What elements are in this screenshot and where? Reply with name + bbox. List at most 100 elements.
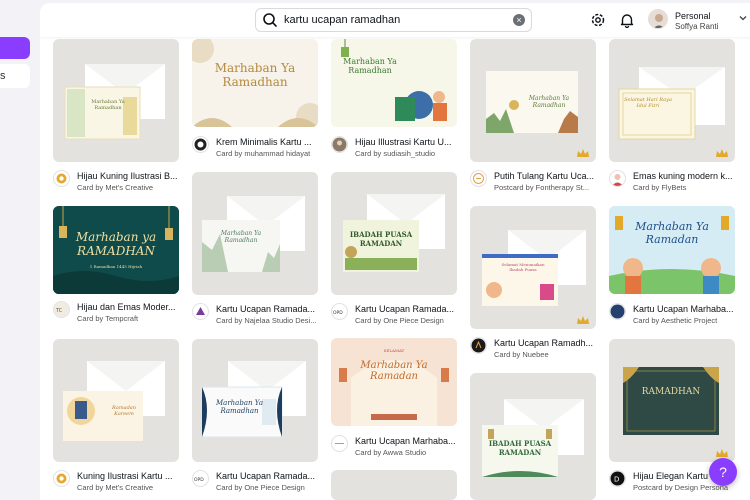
card-mockup-image xyxy=(623,367,719,435)
card-author: Card by Tempcraft xyxy=(77,314,139,323)
creator-logo xyxy=(609,303,626,320)
card-title[interactable]: Kartu Ucapan Ramada... xyxy=(216,304,320,314)
card-author: Card by Awwa Studio xyxy=(355,448,427,457)
template-card[interactable]: Marhaban Ya Ramadhan Kartu Ucapan Ramada… xyxy=(192,172,318,332)
card-title[interactable]: Hijau Illustrasi Kartu U... xyxy=(355,137,459,147)
clear-search-icon[interactable]: × xyxy=(513,14,525,26)
creator-logo xyxy=(192,303,209,320)
design-text: Marhaban Ya Ramadhan xyxy=(343,57,397,75)
help-button[interactable]: ? xyxy=(709,458,737,486)
avatar-image xyxy=(649,10,667,28)
design-subtext: SELAMAT xyxy=(383,348,405,353)
card-title[interactable]: Putih Tulang Kartu Uca... xyxy=(494,171,598,181)
template-card[interactable] xyxy=(331,470,457,500)
template-card[interactable]: IBADAH PUASA RAMADAN OPD Kartu Ucapan Ra… xyxy=(331,172,457,332)
template-card[interactable]: Selamat Hari Raya Idul Fitri Emas kuning… xyxy=(609,39,735,199)
creator-logo: OPD xyxy=(331,303,348,320)
template-thumbnail[interactable]: Selamat Hari Raya Idul Fitri xyxy=(609,39,735,162)
template-thumbnail[interactable]: Marhaban Ya Ramadhan xyxy=(192,39,318,127)
creator-logo: OPD xyxy=(192,470,209,487)
creator-logo xyxy=(331,435,348,452)
template-card[interactable]: Marhaban Ya Ramadhan Krem Minimalis Kart… xyxy=(192,39,318,164)
template-card[interactable]: Marhaban Ya Ramadan Kartu Ucapan Marhaba… xyxy=(609,206,735,331)
template-card[interactable]: Ramadan Kareem Kuning Ilustrasi Kartu ..… xyxy=(53,339,179,499)
creator-logo xyxy=(470,337,487,354)
header: × Personal Soffya Ranti xyxy=(40,3,750,37)
design-text: IBADAH PUASA RAMADAN xyxy=(349,230,413,248)
creator-logo: TC xyxy=(53,301,70,318)
template-thumbnail[interactable]: Selamat Menunaikan Ibadah Puasa xyxy=(470,206,596,329)
template-thumbnail[interactable]: Marhaban ya RAMADHAN 1 Ramadhan 1445 Hij… xyxy=(53,206,179,294)
card-author: Card by muhammad hidayat xyxy=(216,149,311,158)
template-thumbnail[interactable]: IBADAH PUASA RAMADAN xyxy=(470,373,596,500)
template-thumbnail[interactable]: Marhaban Ya Ramadhan xyxy=(331,39,457,127)
card-title[interactable]: Kartu Ucapan Ramada... xyxy=(216,471,320,481)
card-author: Card by Met's Creative xyxy=(77,483,154,492)
chevron-down-icon[interactable] xyxy=(738,13,748,23)
card-author: Card by Aesthetic Project xyxy=(633,316,718,325)
svg-text:OPD: OPD xyxy=(333,310,343,316)
card-title[interactable]: Kartu Ucapan Ramadh... xyxy=(494,338,598,348)
card-author: Card by sudiasih_studio xyxy=(355,149,436,158)
search-icon xyxy=(263,13,277,27)
card-author: Postcard by Fontherapy St... xyxy=(494,183,590,192)
premium-crown-icon xyxy=(716,449,728,457)
template-thumbnail[interactable]: SELAMAT Marhaban Ya Ramadan xyxy=(331,338,457,426)
template-thumbnail[interactable]: Marhaban Ya Ramadhan xyxy=(53,39,179,162)
card-title[interactable]: Kartu Ucapan Marhaba... xyxy=(355,436,459,446)
notification-bell-icon[interactable] xyxy=(618,11,636,29)
search-bar[interactable]: × xyxy=(255,8,532,32)
svg-text:D: D xyxy=(614,476,619,484)
card-title[interactable]: Hijau dan Emas Moder... xyxy=(77,302,181,312)
card-title[interactable]: Kuning Ilustrasi Kartu ... xyxy=(77,471,181,481)
design-text: Marhaban Ya Ramadhan xyxy=(214,61,296,89)
template-card[interactable]: Marhaban ya RAMADHAN 1 Ramadhan 1445 Hij… xyxy=(53,206,179,326)
sidebar-item[interactable]: s xyxy=(0,64,30,88)
design-text: Selamat Menunaikan Ibadah Puasa xyxy=(501,262,545,272)
design-text: Marhaban Ya Ramadhan xyxy=(528,95,570,109)
design-text: Marhaban Ya Ramadan xyxy=(635,220,709,246)
template-thumbnail[interactable]: Marhaban Ya Ramadhan xyxy=(192,339,318,462)
card-title[interactable]: Kartu Ucapan Marhaba... xyxy=(633,304,737,314)
template-card[interactable]: Marhaban Ya Ramadhan OPD Kartu Ucapan Ra… xyxy=(192,339,318,499)
card-title[interactable]: Emas kuning modern k... xyxy=(633,171,737,181)
design-text: Marhaban Ya Ramadan xyxy=(360,360,428,382)
creator-logo xyxy=(53,170,70,187)
template-thumbnail[interactable]: RAMADHAN xyxy=(609,339,735,462)
card-author: Card by One Piece Design xyxy=(216,483,305,492)
creator-logo xyxy=(192,136,209,153)
template-card[interactable]: SELAMAT Marhaban Ya Ramadan Kartu Ucapan… xyxy=(331,338,457,463)
card-author: Card by One Piece Design xyxy=(355,316,444,325)
design-text: Marhaban Ya Ramadhan xyxy=(215,399,263,415)
design-text: Selamat Hari Raya Idul Fitri xyxy=(624,97,672,109)
design-text: Marhaban Ya Ramadhan xyxy=(220,230,262,244)
card-title[interactable]: Hijau Kuning Ilustrasi B... xyxy=(77,171,181,181)
card-author: Card by Met's Creative xyxy=(77,183,154,192)
card-title[interactable]: Krem Minimalis Kartu ... xyxy=(216,137,320,147)
template-thumbnail[interactable] xyxy=(331,470,457,500)
creator-logo: D xyxy=(609,470,626,487)
avatar[interactable] xyxy=(648,9,668,29)
template-thumbnail[interactable]: Marhaban Ya Ramadan xyxy=(609,206,735,294)
account-type: Personal xyxy=(675,11,711,21)
card-mockup-image xyxy=(482,399,584,477)
settings-gear-icon[interactable] xyxy=(589,11,607,29)
template-thumbnail[interactable]: IBADAH PUASA RAMADAN xyxy=(331,172,457,295)
design-text: Marhaban Ya Ramadhan xyxy=(91,99,125,111)
template-thumbnail[interactable]: Marhaban Ya Ramadhan xyxy=(470,39,596,162)
template-card[interactable]: Selamat Menunaikan Ibadah Puasa Kartu Uc… xyxy=(470,206,596,366)
card-author: Card by FlyBets xyxy=(633,183,687,192)
sidebar-active-item[interactable] xyxy=(0,37,30,59)
premium-crown-icon xyxy=(577,316,589,324)
card-title[interactable]: Kartu Ucapan Ramada... xyxy=(355,304,459,314)
search-input[interactable] xyxy=(284,14,494,26)
template-thumbnail[interactable]: Marhaban Ya Ramadhan xyxy=(192,172,318,295)
template-card[interactable]: Marhaban Ya Ramadhan Hijau Kuning Ilustr… xyxy=(53,39,179,199)
card-mockup-image xyxy=(63,361,165,441)
template-thumbnail[interactable]: Ramadan Kareem xyxy=(53,339,179,462)
template-card[interactable]: Marhaban Ya Ramadhan Putih Tulang Kartu … xyxy=(470,39,596,199)
premium-crown-icon xyxy=(716,149,728,157)
template-card[interactable]: Marhaban Ya Ramadhan Hijau Illustrasi Ka… xyxy=(331,39,457,164)
template-card[interactable]: IBADAH PUASA RAMADAN xyxy=(470,373,596,500)
design-text: Ramadan Kareem xyxy=(112,405,136,417)
